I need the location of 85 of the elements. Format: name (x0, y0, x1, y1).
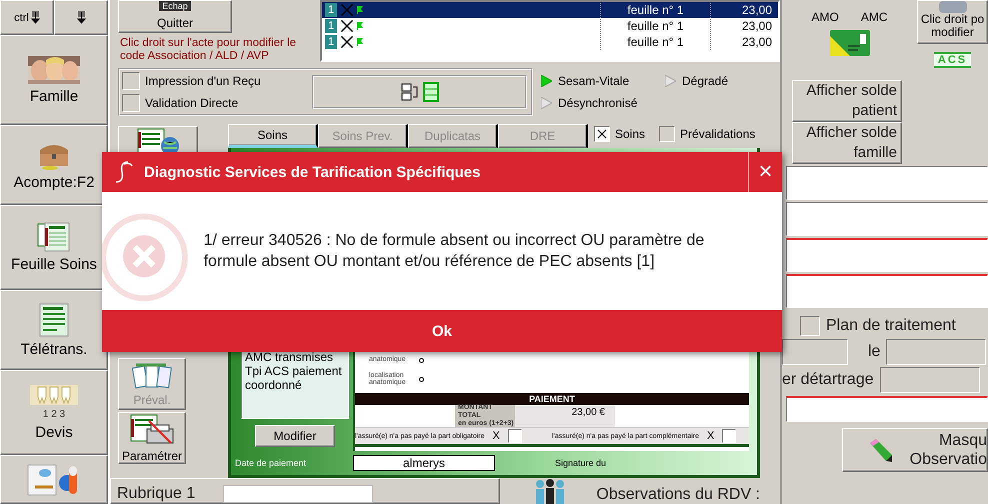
checkbox-label: Soins (615, 127, 646, 141)
mode-label: Désynchronisé (558, 96, 638, 110)
count-cell: 1 (325, 3, 337, 17)
x-mark: X (492, 430, 500, 442)
input-field[interactable] (786, 166, 988, 200)
crossed-box-icon (340, 19, 354, 33)
quit-label: Quitter (156, 16, 193, 30)
hide-observations-button[interactable]: Masqu Observatio (842, 428, 988, 472)
input-field[interactable] (786, 238, 988, 272)
coverage-label: AMO (811, 10, 839, 24)
organisme-field: almerys (353, 455, 495, 471)
teeth-icon (30, 384, 78, 404)
ok-button[interactable]: Ok (102, 310, 782, 352)
list-item[interactable]: AMC transmises (245, 350, 345, 364)
crossed-box-icon (340, 35, 354, 49)
radio-icon (419, 376, 424, 382)
document-icon (39, 302, 69, 336)
cards-icon (132, 361, 172, 391)
checkbox[interactable] (722, 429, 736, 443)
checkbox-label: Validation Directe (145, 96, 238, 110)
sidebar-button[interactable]: Acompte:F2 (0, 125, 108, 205)
input-field[interactable] (786, 202, 988, 236)
count-cell: 1 (325, 35, 337, 49)
scaling-label: er détartrage (782, 371, 874, 389)
cross-icon (597, 129, 607, 139)
input-field[interactable] (782, 339, 848, 365)
list-item[interactable]: Tpi ACS paiement coordonné (245, 364, 345, 392)
input-field[interactable] (786, 274, 988, 308)
acs-label: ACS (934, 52, 972, 68)
balance-button[interactable]: Afficher solde famille (792, 122, 902, 164)
observations-label: Observations du RDV : (596, 486, 760, 504)
card-icon (830, 30, 870, 56)
checkbox[interactable] (508, 429, 522, 443)
table-row[interactable]: 1 feuille n° 1 23,00 (322, 2, 778, 18)
coverage-label: AMC (860, 10, 888, 24)
logo-icon (114, 160, 134, 184)
key-label: Echap (159, 1, 191, 11)
sidebar-button[interactable]: 1 2 3 Devis (0, 370, 108, 455)
sidebar-button[interactable]: Télétrans. (0, 290, 108, 370)
count-cell: 1 (325, 19, 337, 33)
checkbox[interactable] (122, 72, 140, 90)
mode-label: Dégradé (682, 74, 728, 88)
table-cell: 23,00 (710, 34, 778, 50)
error-message: 1/ erreur 340526 : No de formule absent ou incorrect OU paramètre de formule absent OU montant et/ou référence de PEC absents [1] (204, 231, 706, 272)
total-value: 23,00 € (515, 405, 615, 427)
date-label: le (868, 343, 880, 361)
checkbox[interactable] (594, 126, 610, 142)
rubrique-field[interactable] (223, 485, 374, 503)
rubrique-label: Rubrique 1 (117, 485, 196, 503)
sheet-icon (37, 222, 71, 252)
icon-digits: 1 2 3 (42, 408, 66, 420)
hint-text: Clic droit sur l'acte pour modifier le code Association / ALD / AVP (119, 36, 298, 63)
quit-button[interactable]: Echap Quitter (118, 0, 232, 33)
sheet-icon (422, 82, 440, 102)
sidebar-button[interactable] (0, 455, 108, 504)
checkbox-label: Prévalidations (680, 127, 756, 141)
pencil-icon (867, 437, 893, 463)
signature-label: Signature du (555, 458, 606, 468)
checkbox[interactable] (800, 316, 820, 336)
sidebar-button[interactable]: Famille (0, 35, 108, 125)
table-cell: feuille n° 1 (600, 34, 710, 50)
checkbox[interactable] (659, 126, 676, 142)
x-mark: X (707, 430, 714, 442)
shortcut-button[interactable] (54, 0, 108, 35)
mode-label: Sesam-Vitale (558, 74, 630, 88)
network-icon (400, 82, 420, 102)
tool-button[interactable]: Paramétrer (118, 412, 186, 464)
dialog-title: Diagnostic Services de Tarification Spécifiques (144, 164, 482, 180)
arrow-down-icon (76, 11, 86, 24)
payment-header: PAIEMENT (355, 393, 749, 405)
balance-button[interactable]: Afficher solde patient (792, 80, 902, 122)
input-field[interactable] (886, 339, 986, 365)
modify-button[interactable]: Modifier (255, 425, 335, 447)
input-field[interactable] (880, 367, 980, 393)
radio-icon (419, 358, 424, 363)
shortcut-button[interactable]: ctrl (0, 0, 54, 35)
checkbox[interactable] (122, 94, 140, 112)
card-button[interactable]: Clic droit po modifier (917, 0, 988, 44)
date-label: Date de paiement (234, 458, 308, 468)
tab[interactable]: Soins (228, 124, 318, 148)
plan-label: Plan de traitement (826, 317, 956, 335)
checkbox-label: Impression d'un Reçu (145, 74, 261, 88)
crossed-box-icon (340, 3, 354, 17)
arrow-down-icon (30, 11, 40, 24)
input-field[interactable] (786, 396, 988, 422)
